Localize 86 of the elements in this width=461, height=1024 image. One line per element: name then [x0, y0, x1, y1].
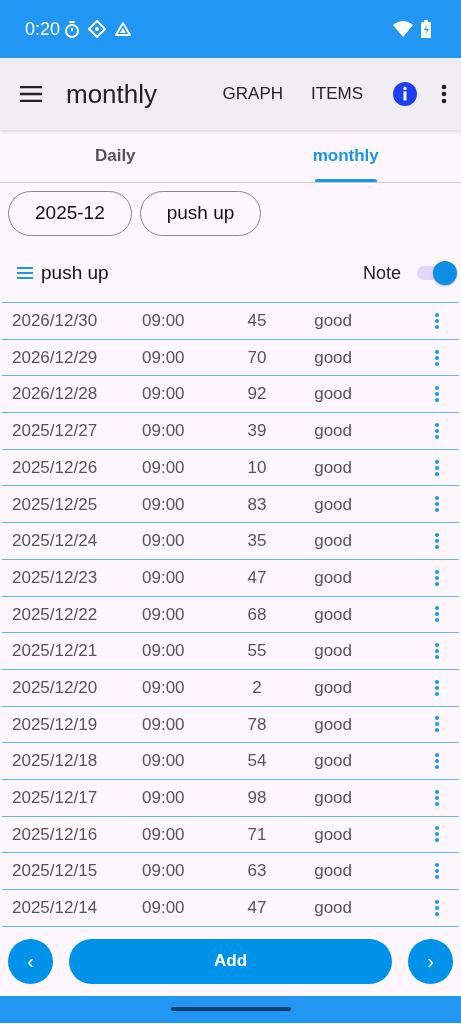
note-cell-text: good: [313, 493, 352, 516]
note-cell-text: good: [313, 383, 352, 406]
note-cell-text: good: [313, 640, 352, 663]
note-cell-text: good: [313, 603, 352, 626]
wifi-icon: [393, 21, 413, 37]
time-cell-text: 09:00: [142, 603, 186, 626]
count-cell-text: 10: [246, 456, 268, 479]
note-toggle[interactable]: [417, 261, 457, 285]
time-cell-text: 09:00: [142, 456, 186, 479]
note-cell-text: good: [313, 676, 352, 699]
time-cell-text: 09:00: [142, 750, 186, 773]
count-cell-text: 39: [246, 420, 268, 443]
date-cell-text: 2025/12/22: [12, 603, 99, 626]
date-cell-text: 2026/12/28: [12, 383, 99, 406]
clock: 0:20: [25, 17, 61, 41]
date-cell-text: 2025/12/24: [12, 530, 99, 553]
note-cell-text: good: [313, 456, 352, 479]
time-cell-text: 09:00: [142, 676, 186, 699]
date-cell-text: 2025/12/26: [12, 456, 99, 479]
battery-icon: [421, 20, 431, 38]
count-cell-text: 45: [246, 310, 268, 333]
date-cell-text: 2026/12/29: [12, 346, 99, 369]
tab[interactable]: Daily: [0, 130, 231, 182]
time-cell-text: 09:00: [142, 823, 186, 846]
timer-icon: [64, 20, 81, 38]
note-cell-text: good: [313, 566, 352, 589]
time-cell-text: 09:00: [142, 897, 186, 920]
time-cell-text: 09:00: [142, 383, 186, 406]
date-cell-text: 2025/12/19: [12, 713, 99, 736]
time-cell-text: 09:00: [142, 566, 186, 589]
app-title: monthly: [66, 77, 158, 111]
count-cell-text: 71: [246, 823, 268, 846]
count-cell-text: 63: [246, 860, 268, 883]
time-cell-text: 09:00: [142, 420, 186, 443]
note-cell-text: good: [313, 530, 352, 553]
home-indicator[interactable]: [170, 1007, 291, 1012]
count-cell-text: 47: [246, 566, 268, 589]
count-cell-text: 35: [246, 530, 268, 553]
time-cell-text: 09:00: [142, 493, 186, 516]
date-cell-text: 2025/12/18: [12, 750, 99, 773]
count-cell-text: 2: [251, 676, 263, 699]
date-cell-text: 2025/12/21: [12, 640, 99, 663]
date-cell-text: 2025/12/20: [12, 676, 99, 699]
menu-icon[interactable]: [20, 86, 42, 102]
note-cell-text: good: [313, 750, 352, 773]
count-cell-text: 54: [246, 750, 268, 773]
date-cell-text: 2025/12/23: [12, 566, 99, 589]
diamond-icon: [88, 20, 107, 38]
count-cell-text: 55: [246, 640, 268, 663]
action-button[interactable]: GRAPH: [216, 77, 290, 111]
list-icon: [17, 267, 33, 279]
time-cell-text: 09:00: [142, 530, 186, 553]
triangle-icon: [114, 21, 133, 37]
info-icon[interactable]: [393, 82, 417, 106]
more-icon[interactable]: [441, 84, 447, 104]
date-cell-text: 2025/12/27: [12, 420, 99, 443]
date-cell-text: 2025/12/14: [12, 897, 99, 920]
count-cell-text: 70: [246, 346, 268, 369]
note-cell-text: good: [313, 310, 352, 333]
time-cell-text: 09:00: [142, 713, 186, 736]
note-cell-text: good: [313, 713, 352, 736]
time-cell-text: 09:00: [142, 860, 186, 883]
note-cell-text: good: [313, 823, 352, 846]
count-cell-text: 68: [246, 603, 268, 626]
action-button[interactable]: ITEMS: [305, 77, 369, 111]
date-cell-text: 2026/12/30: [12, 310, 99, 333]
note-cell-text: good: [313, 346, 352, 369]
time-cell-text: 09:00: [142, 346, 186, 369]
note-label: Note: [362, 261, 401, 285]
date-cell-text: 2025/12/25: [12, 493, 99, 516]
time-cell-text: 09:00: [142, 787, 186, 810]
list-title: push up: [41, 260, 109, 285]
count-cell-text: 47: [246, 897, 268, 920]
count-cell-text: 78: [246, 713, 268, 736]
note-cell-text: good: [313, 420, 352, 443]
date-cell-text: 2025/12/17: [12, 787, 99, 810]
date-cell-text: 2025/12/15: [12, 860, 99, 883]
note-cell-text: good: [313, 787, 352, 810]
count-cell-text: 83: [246, 493, 268, 516]
date-cell-text: 2025/12/16: [12, 823, 99, 846]
note-cell-text: good: [313, 897, 352, 920]
time-cell-text: 09:00: [142, 310, 186, 333]
count-cell-text: 92: [246, 383, 268, 406]
time-cell-text: 09:00: [142, 640, 186, 663]
count-cell-text: 98: [246, 787, 268, 810]
note-cell-text: good: [313, 860, 352, 883]
